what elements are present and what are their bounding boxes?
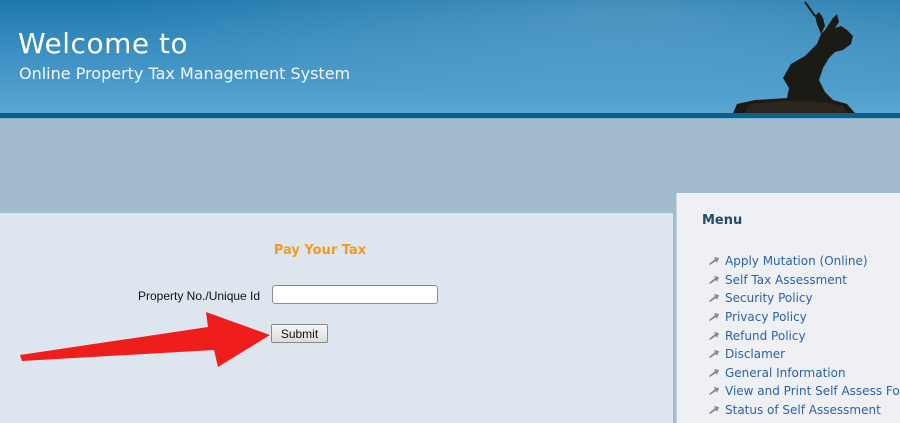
- arrow-bullet-icon: [709, 387, 719, 396]
- arrow-bullet-icon: [709, 406, 719, 415]
- menu-item-label: General Information: [725, 365, 846, 380]
- menu-item-disclamer[interactable]: Disclamer: [708, 345, 900, 364]
- arrow-bullet-icon: [709, 331, 719, 340]
- menu-item-label: Self Tax Assessment: [725, 272, 847, 287]
- menu-item-label: Apply Mutation (Online): [725, 254, 868, 269]
- arrow-bullet-icon: [709, 275, 719, 284]
- arrow-bullet-icon: [709, 368, 719, 377]
- menu-item-general-information[interactable]: General Information: [708, 364, 900, 383]
- menu-item-label: Status of Self Assessment: [725, 403, 881, 418]
- arrow-bullet-icon: [709, 350, 719, 359]
- menu-item-label: Disclamer: [725, 347, 786, 362]
- menu-item-status-self-assessment[interactable]: Status of Self Assessment: [708, 401, 900, 420]
- arrow-bullet-icon: [709, 257, 719, 266]
- menu-item-self-tax-assessment[interactable]: Self Tax Assessment: [708, 271, 900, 290]
- header-banner: Welcome to Online Property Tax Managemen…: [0, 0, 900, 113]
- menu-item-privacy-policy[interactable]: Privacy Policy: [708, 308, 900, 327]
- menu-item-label: Security Policy: [725, 291, 813, 306]
- welcome-heading: Welcome to: [18, 27, 189, 60]
- side-menu: Menu Apply Mutation (Online) Self Tax As…: [676, 193, 900, 423]
- equestrian-statue-logo: [733, 1, 855, 113]
- red-pointer-arrow: [20, 312, 270, 367]
- menu-heading: Menu: [702, 213, 743, 228]
- menu-item-label: Refund Policy: [725, 328, 806, 343]
- arrow-bullet-icon: [709, 313, 719, 322]
- property-id-input[interactable]: [272, 285, 438, 304]
- menu-item-label: Privacy Policy: [725, 310, 807, 325]
- arrow-bullet-icon: [709, 294, 719, 303]
- menu-item-refund-policy[interactable]: Refund Policy: [708, 326, 900, 345]
- property-id-label: Property No./Unique Id: [138, 289, 261, 303]
- menu-item-apply-mutation[interactable]: Apply Mutation (Online): [708, 252, 900, 271]
- site-subtitle: Online Property Tax Management System: [19, 64, 351, 83]
- menu-item-label: View and Print Self Assess Form: [725, 384, 900, 399]
- menu-item-view-print-self-assess-form[interactable]: View and Print Self Assess Form: [708, 382, 900, 401]
- menu-list: Apply Mutation (Online) Self Tax Assessm…: [708, 252, 900, 419]
- pay-tax-heading: Pay Your Tax: [273, 243, 367, 258]
- submit-button[interactable]: Submit: [271, 324, 328, 343]
- menu-item-security-policy[interactable]: Security Policy: [708, 289, 900, 308]
